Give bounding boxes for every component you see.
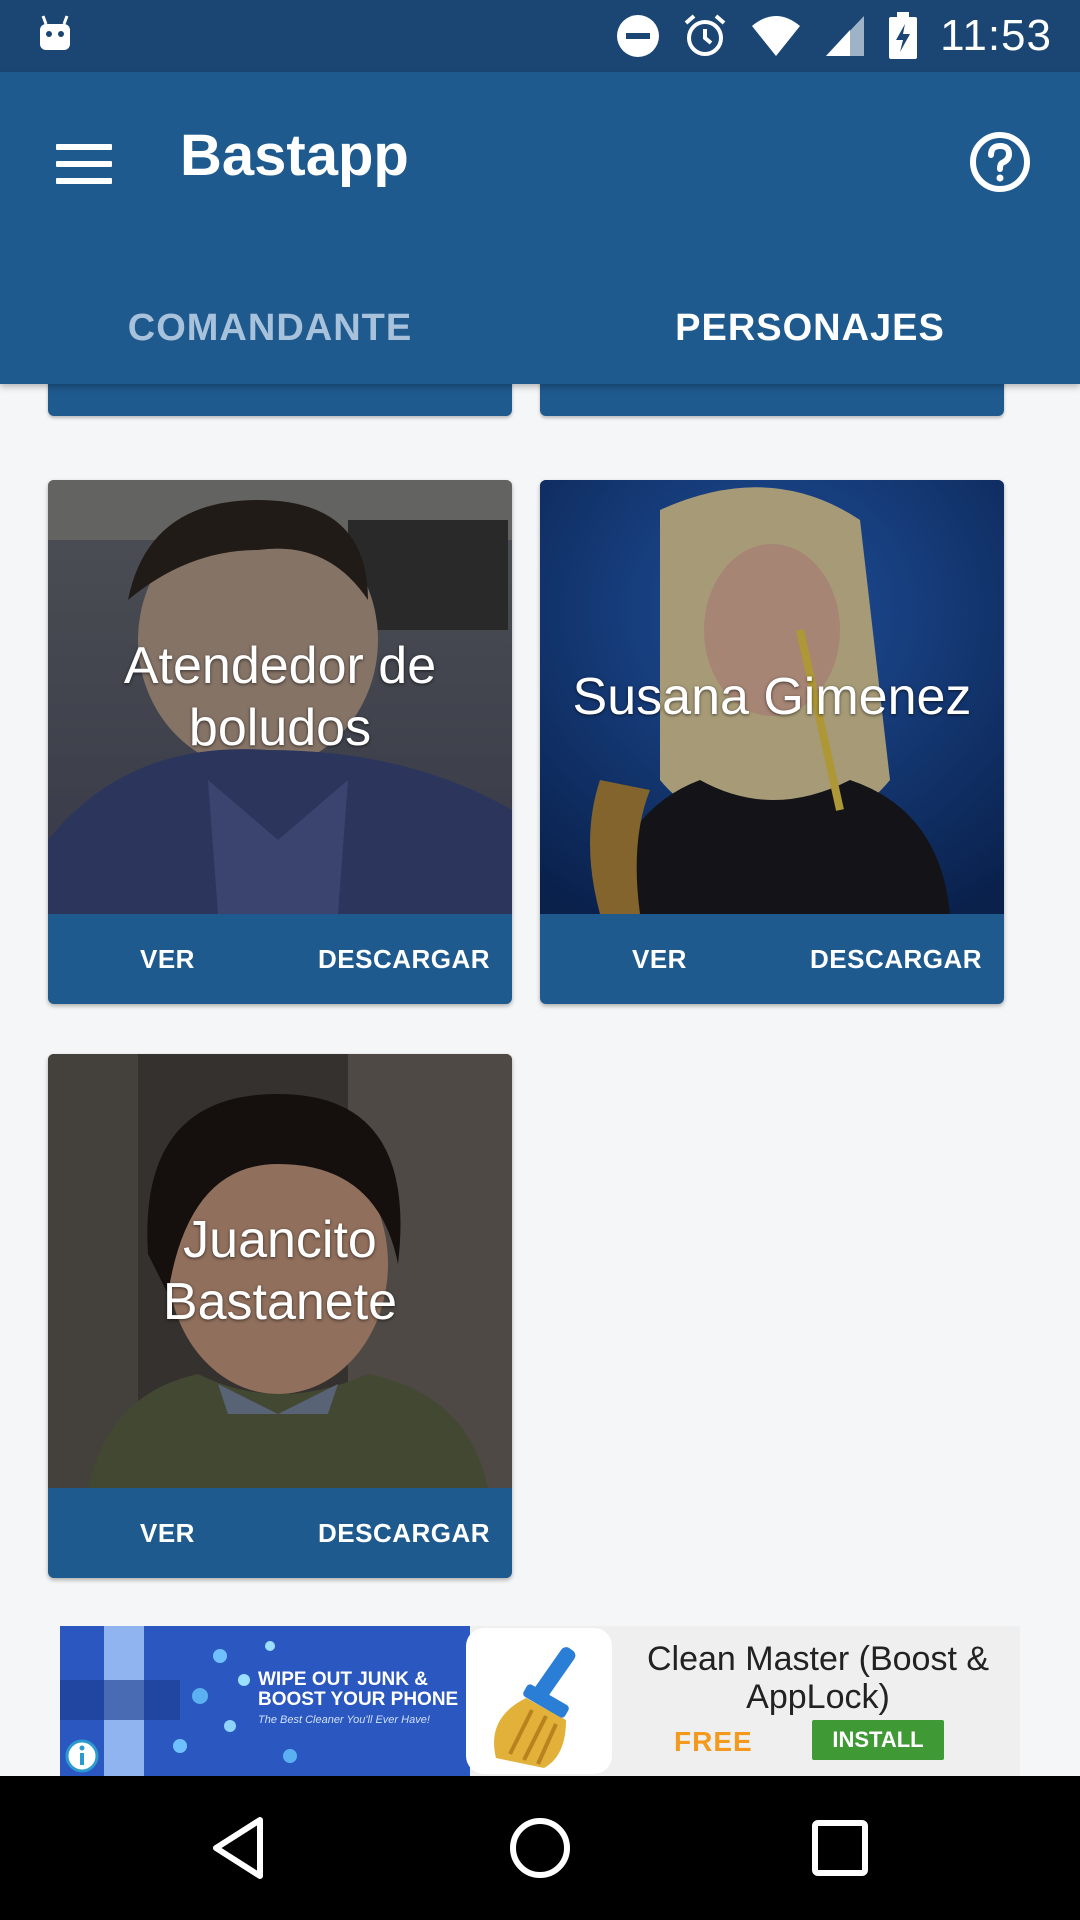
ad-title: Clean Master (Boost & AppLock) [646,1640,990,1716]
card-actions: VER DESCARGAR [48,1488,512,1578]
battery-charging-icon [889,12,918,59]
wifi-icon [752,16,801,56]
do-not-disturb-icon [617,15,660,57]
hamburger-menu-icon[interactable] [52,132,116,196]
character-card: Susana Gimenez VER DESCARGAR [540,480,1004,1004]
clock: 11:53 [940,11,1052,60]
ad-banner[interactable]: WIPE OUT JUNK & BOOST YOUR PHONE The Bes… [60,1626,1020,1776]
ad-promo-image[interactable]: WIPE OUT JUNK & BOOST YOUR PHONE The Bes… [60,1626,470,1776]
card-partial-left [48,384,512,416]
ver-button[interactable]: VER [632,944,687,975]
character-card: Atendedor de boludos VER DESCARGAR [48,480,512,1004]
tab-personajes[interactable]: PERSONAJES [540,272,1080,384]
app-title: Bastapp [180,123,409,188]
android-icon [40,15,70,50]
info-icon[interactable] [64,1738,100,1774]
card-partial-right [540,384,1004,416]
back-icon[interactable] [198,1806,282,1890]
home-icon[interactable] [498,1806,582,1890]
help-circle-icon[interactable] [960,122,1040,202]
app-bar: Bastapp COMANDANTE PERSONAJES [0,72,1080,384]
character-name: Juancito Bastanete [162,1211,398,1331]
ver-button[interactable]: VER [140,944,195,975]
ver-button[interactable]: VER [140,1518,195,1549]
status-bar: 11:53 [0,0,1080,72]
signal-icon [826,16,865,56]
descargar-button[interactable]: DESCARGAR [318,944,490,975]
ad-promo-headline: WIPE OUT JUNK & BOOST YOUR PHONE [258,1669,459,1710]
character-name: Susana Gimenez [572,668,972,726]
ad-promo-subline: The Best Cleaner You'll Ever Have! [258,1714,430,1726]
character-grid[interactable]: Atendedor de boludos VER DESCARGAR Susan… [0,384,1080,1776]
tab-comandante[interactable]: COMANDANTE [0,272,540,384]
ad-price: FREE [674,1726,753,1757]
descargar-button[interactable]: DESCARGAR [810,944,982,975]
card-actions: VER DESCARGAR [48,914,512,1004]
install-button[interactable]: INSTALL [812,1720,944,1760]
recents-icon[interactable] [798,1806,882,1890]
broom-app-icon[interactable] [466,1628,612,1774]
tab-bar: COMANDANTE PERSONAJES [0,272,1080,384]
alarm-icon [684,14,726,56]
descargar-button[interactable]: DESCARGAR [318,1518,490,1549]
card-actions: VER DESCARGAR [540,914,1004,1004]
character-name: Atendedor de boludos [123,637,437,757]
character-card: Juancito Bastanete VER DESCARGAR [48,1054,512,1578]
navigation-bar [0,1776,1080,1920]
